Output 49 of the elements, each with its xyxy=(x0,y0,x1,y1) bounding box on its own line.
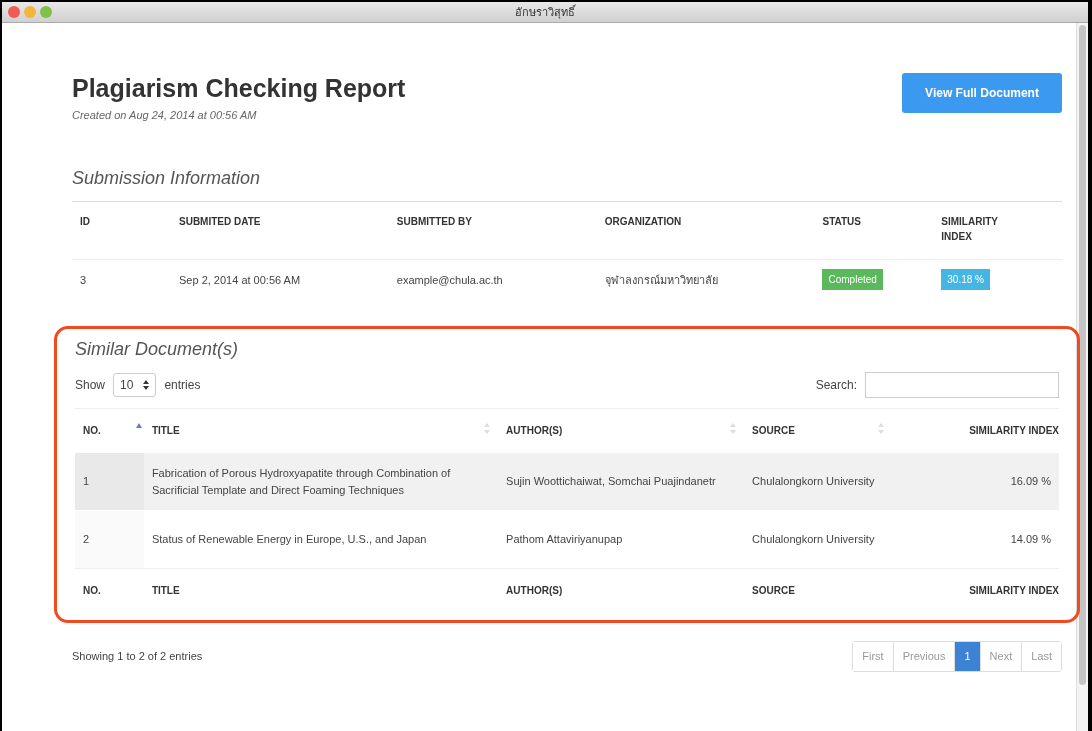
table-info: Showing 1 to 2 of 2 entries xyxy=(72,649,203,665)
entries-select[interactable]: 10 xyxy=(113,373,157,398)
table-cell: Chulalongkorn University xyxy=(752,475,875,488)
similarity-badge: 30.18 % xyxy=(941,269,990,291)
column-header: SUBMITED DATE xyxy=(179,216,261,228)
column-header: SUBMITTED BY xyxy=(396,216,472,228)
table-cell: 1 xyxy=(83,475,90,488)
table-cell: Fabrication of Porous Hydroxyapatite through Combination of Sacrificial Template and Direct Foaming Techniques xyxy=(151,467,451,496)
column-header[interactable]: SOURCE xyxy=(752,425,795,437)
entries-label: entries xyxy=(164,377,201,395)
column-footer: AUTHOR(S) xyxy=(506,585,563,597)
section-heading: Similar Document(s) xyxy=(75,338,240,361)
section-heading: Submission Information xyxy=(72,167,262,190)
table-cell: 3 xyxy=(80,273,87,286)
table-cell: Pathom Attaviriyanupap xyxy=(506,533,623,546)
column-header[interactable]: NO. xyxy=(83,425,101,437)
minimize-button[interactable] xyxy=(24,6,36,18)
column-header[interactable]: AUTHOR(S) xyxy=(506,425,563,437)
column-footer: SOURCE xyxy=(752,585,795,597)
column-header[interactable]: TITLE xyxy=(151,425,180,437)
table-cell: จุฬาลงกรณ์มหาวิทยาลัย xyxy=(604,273,718,286)
table-cell: Status of Renewable Energy in Europe, U.S., and Japan xyxy=(151,533,427,546)
search-label: Search: xyxy=(815,377,857,395)
column-header[interactable]: SIMILARITY INDEX xyxy=(969,425,1059,437)
stepper-icon xyxy=(143,380,150,391)
column-header: SIMILARITY INDEX xyxy=(941,215,999,245)
column-footer: NO. xyxy=(83,585,101,597)
table-cell: Chulalongkorn University xyxy=(752,533,875,546)
created-date: Created on Aug 24, 2014 at 00:56 AM xyxy=(72,108,258,123)
zoom-button[interactable] xyxy=(40,6,52,18)
status-badge: Completed xyxy=(822,269,883,291)
table-cell: Sujin Woottichaiwat, Somchai Puajindanetr xyxy=(506,475,716,488)
table-cell: 14.09 % xyxy=(1010,533,1051,546)
search-field[interactable] xyxy=(865,372,1059,399)
window-title: อักษราวิสุทธิ์ xyxy=(515,3,575,21)
table-cell: 16.09 % xyxy=(1010,475,1051,488)
page-button[interactable]: 1 xyxy=(954,642,980,671)
table-cell: example@chula.ac.th xyxy=(396,273,503,286)
show-label: Show xyxy=(75,377,106,395)
column-header: STATUS xyxy=(822,216,861,228)
report-title: Plagiarism Checking Report xyxy=(72,73,406,103)
column-header: ORGANIZATION xyxy=(604,216,682,228)
column-footer: SIMILARITY INDEX xyxy=(969,585,1059,597)
column-footer: TITLE xyxy=(151,585,180,597)
table-cell: Sep 2, 2014 at 00:56 AM xyxy=(179,273,301,286)
scrollbar-thumb[interactable] xyxy=(1079,25,1086,685)
column-header: ID xyxy=(80,216,90,228)
table-cell: 2 xyxy=(83,533,90,546)
close-button[interactable] xyxy=(8,6,20,18)
